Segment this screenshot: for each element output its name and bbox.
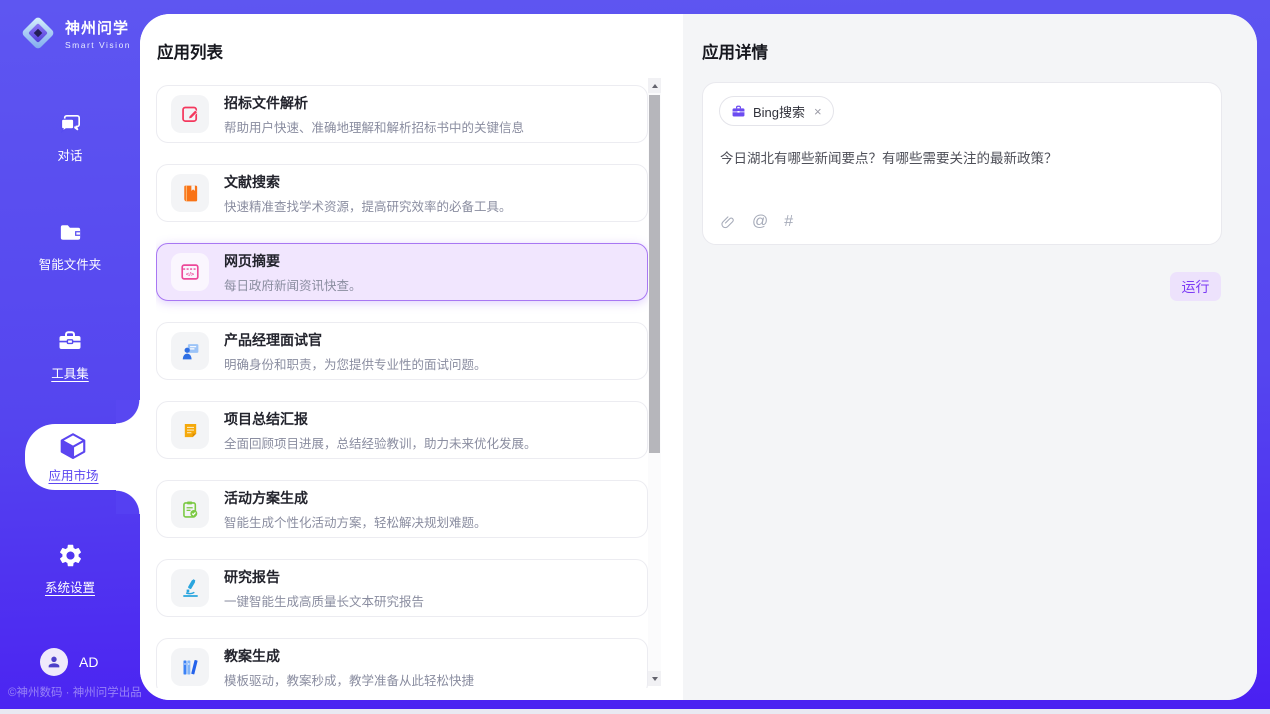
app-desc: 一键智能生成高质量长文本研究报告 [224, 591, 424, 610]
hash-icon[interactable]: # [784, 213, 793, 231]
user-account[interactable]: AD [40, 648, 98, 676]
person-icon [46, 654, 62, 670]
cube-icon [58, 431, 88, 461]
app-list: 招标文件解析 帮助用户快速、准确地理解和解析招标书中的关键信息 文献搜索 快速精… [156, 85, 648, 688]
copyright-footer: ©神州数码 · 神州问学出品 [8, 684, 148, 700]
sidebar-item-toolset[interactable]: 工具集 [0, 327, 140, 382]
svg-text:</>: </> [186, 272, 195, 278]
bubble-notch-top [116, 400, 140, 424]
triangle-up-icon [652, 84, 658, 88]
sidebar-item-chat[interactable]: 对话 [0, 110, 140, 164]
tool-tag-bing-search[interactable]: Bing搜索 × [719, 96, 834, 126]
app-card-event-plan[interactable]: 活动方案生成 智能生成个性化活动方案，轻松解决规划难题。 [156, 480, 648, 538]
app-list-scrollbar[interactable] [648, 78, 661, 686]
interviewer-icon [171, 332, 209, 370]
app-title: 产品经理面试官 [224, 330, 487, 350]
brand-gem-icon [18, 13, 58, 53]
app-desc: 帮助用户快速、准确地理解和解析招标书中的关键信息 [224, 117, 524, 136]
app-desc: 智能生成个性化活动方案，轻松解决规划难题。 [224, 512, 487, 531]
microscope-icon [171, 569, 209, 607]
folder-icon [57, 219, 84, 246]
sidebar-item-label: 系统设置 [45, 577, 95, 596]
app-title: 招标文件解析 [224, 93, 524, 113]
chat-icon [57, 110, 84, 137]
prompt-input[interactable]: 今日湖北有哪些新闻要点？有哪些需要关注的最新政策？ [720, 149, 1205, 169]
main-content: 应用列表 招标文件解析 帮助用户快速、准确地理解和解析招标书中的关键信息 [140, 14, 1257, 700]
app-title: 研究报告 [224, 567, 424, 587]
sidebar-item-app-market[interactable]: 应用市场 [25, 424, 140, 490]
app-detail-title: 应用详情 [702, 39, 768, 63]
tool-tag-label: Bing搜索 [753, 102, 805, 121]
sidebar-item-label: 智能文件夹 [39, 254, 102, 273]
sidebar-item-label: 应用市场 [48, 465, 98, 484]
run-button[interactable]: 运行 [1170, 272, 1221, 301]
app-desc: 模板驱动，教案秒成，教学准备从此轻松快捷 [224, 670, 474, 689]
app-card-lesson-plan[interactable]: 教案生成 模板驱动，教案秒成，教学准备从此轻松快捷 [156, 638, 648, 688]
tag-close-icon[interactable]: × [814, 105, 822, 118]
brand-subtitle: Smart Vision [65, 40, 131, 50]
app-title: 网页摘要 [224, 251, 362, 271]
app-card-webpage-summary[interactable]: </> 网页摘要 每日政府新闻资讯快查。 [156, 243, 648, 301]
mention-icon[interactable]: @ [752, 213, 768, 231]
app-title: 项目总结汇报 [224, 409, 537, 429]
app-desc: 明确身份和职责，为您提供专业性的面试问题。 [224, 354, 487, 373]
bubble-notch-bottom [116, 490, 140, 514]
sidebar-item-settings[interactable]: 系统设置 [0, 542, 140, 596]
webpage-code-icon: </> [171, 253, 209, 291]
app-title: 活动方案生成 [224, 488, 487, 508]
app-list-title: 应用列表 [157, 39, 223, 63]
books-icon [171, 648, 209, 686]
edit-document-icon [171, 95, 209, 133]
app-desc: 每日政府新闻资讯快查。 [224, 275, 362, 294]
app-card-project-summary[interactable]: 项目总结汇报 全面回顾项目进展，总结经验教训，助力未来优化发展。 [156, 401, 648, 459]
prompt-input-card[interactable]: Bing搜索 × 今日湖北有哪些新闻要点？有哪些需要关注的最新政策？ @ # [702, 82, 1222, 245]
user-initials: AD [79, 654, 98, 670]
app-title: 文献搜索 [224, 172, 512, 192]
note-icon [171, 411, 209, 449]
sidebar-item-label: 工具集 [51, 363, 89, 382]
attachment-toolbar: @ # [720, 213, 793, 231]
avatar [40, 648, 68, 676]
paperclip-icon[interactable] [720, 214, 736, 231]
app-desc: 全面回顾项目进展，总结经验教训，助力未来优化发展。 [224, 433, 537, 452]
sidebar-item-label: 对话 [57, 145, 82, 164]
gear-icon [57, 542, 84, 569]
book-icon [171, 174, 209, 212]
toolbox-icon [56, 327, 84, 355]
sidebar: 神州问学 Smart Vision 对话 智能文件夹 工具集 [0, 0, 140, 714]
scroll-up-button[interactable] [648, 78, 661, 93]
brand-name: 神州问学 [65, 17, 131, 38]
app-card-pm-interviewer[interactable]: 产品经理面试官 明确身份和职责，为您提供专业性的面试问题。 [156, 322, 648, 380]
app-card-literature-search[interactable]: 文献搜索 快速精准查找学术资源，提高研究效率的必备工具。 [156, 164, 648, 222]
scrollbar-thumb[interactable] [649, 95, 660, 453]
sidebar-item-smart-folder[interactable]: 智能文件夹 [0, 219, 140, 273]
app-detail-pane: 应用详情 Bing搜索 × 今日湖北有哪些新闻要点？有哪些需要关注的最新政策？ … [683, 14, 1257, 700]
bottom-edge-strip [0, 709, 1270, 714]
clipboard-check-icon [171, 490, 209, 528]
briefcase-icon [731, 104, 746, 119]
app-title: 教案生成 [224, 646, 474, 666]
app-list-pane: 应用列表 招标文件解析 帮助用户快速、准确地理解和解析招标书中的关键信息 [140, 14, 683, 700]
scroll-down-button[interactable] [648, 671, 661, 686]
app-card-bid-document-parsing[interactable]: 招标文件解析 帮助用户快速、准确地理解和解析招标书中的关键信息 [156, 85, 648, 143]
brand-logo: 神州问学 Smart Vision [18, 13, 131, 53]
app-desc: 快速精准查找学术资源，提高研究效率的必备工具。 [224, 196, 512, 215]
app-card-research-report[interactable]: 研究报告 一键智能生成高质量长文本研究报告 [156, 559, 648, 617]
triangle-down-icon [652, 677, 658, 681]
